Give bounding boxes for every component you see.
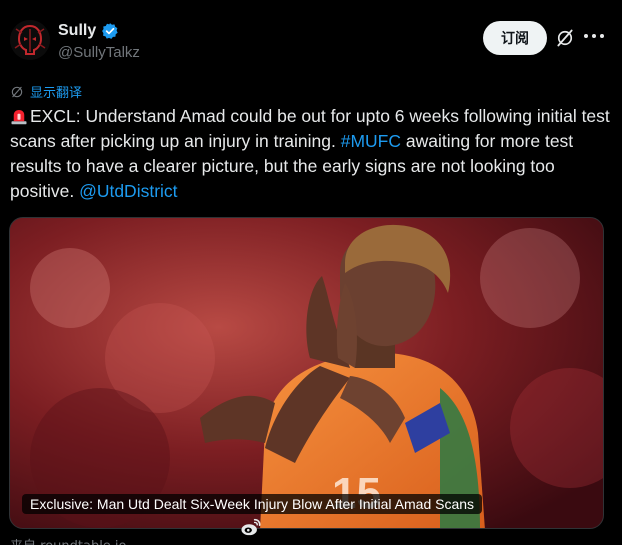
siren-icon (11, 110, 27, 125)
card-source[interactable]: 来自 roundtable.io (10, 535, 127, 545)
card-photo: 15 (10, 218, 603, 528)
subscribe-button[interactable]: 订阅 (483, 21, 547, 55)
show-translation-link[interactable]: 显示翻译 (10, 82, 82, 101)
translate-icon (11, 86, 23, 97)
weibo-watermark-icon (241, 518, 261, 536)
display-name[interactable]: Sully (58, 22, 96, 40)
avatar[interactable] (10, 20, 50, 60)
spider-skull-logo-icon (10, 20, 50, 60)
tweet-header: Sully @SullyTalkz 订阅 (10, 18, 610, 66)
link-card[interactable]: 15 Exclusive: Man Utd Dealt Six-Week Inj… (9, 217, 604, 529)
hashtag-link[interactable]: #MUFC (341, 131, 401, 151)
more-dots-icon[interactable] (584, 26, 604, 46)
tweet-text: EXCL: Understand Amad could be out for u… (10, 104, 610, 204)
mention-link[interactable]: @UtdDistrict (79, 181, 177, 201)
grok-icon[interactable] (555, 28, 575, 48)
name-row: Sully (58, 22, 119, 40)
show-translation-label: 显示翻译 (30, 86, 83, 101)
verified-badge-icon[interactable] (101, 22, 119, 40)
user-handle[interactable]: @SullyTalkz (58, 44, 140, 61)
card-title[interactable]: Exclusive: Man Utd Dealt Six-Week Injury… (22, 494, 483, 514)
